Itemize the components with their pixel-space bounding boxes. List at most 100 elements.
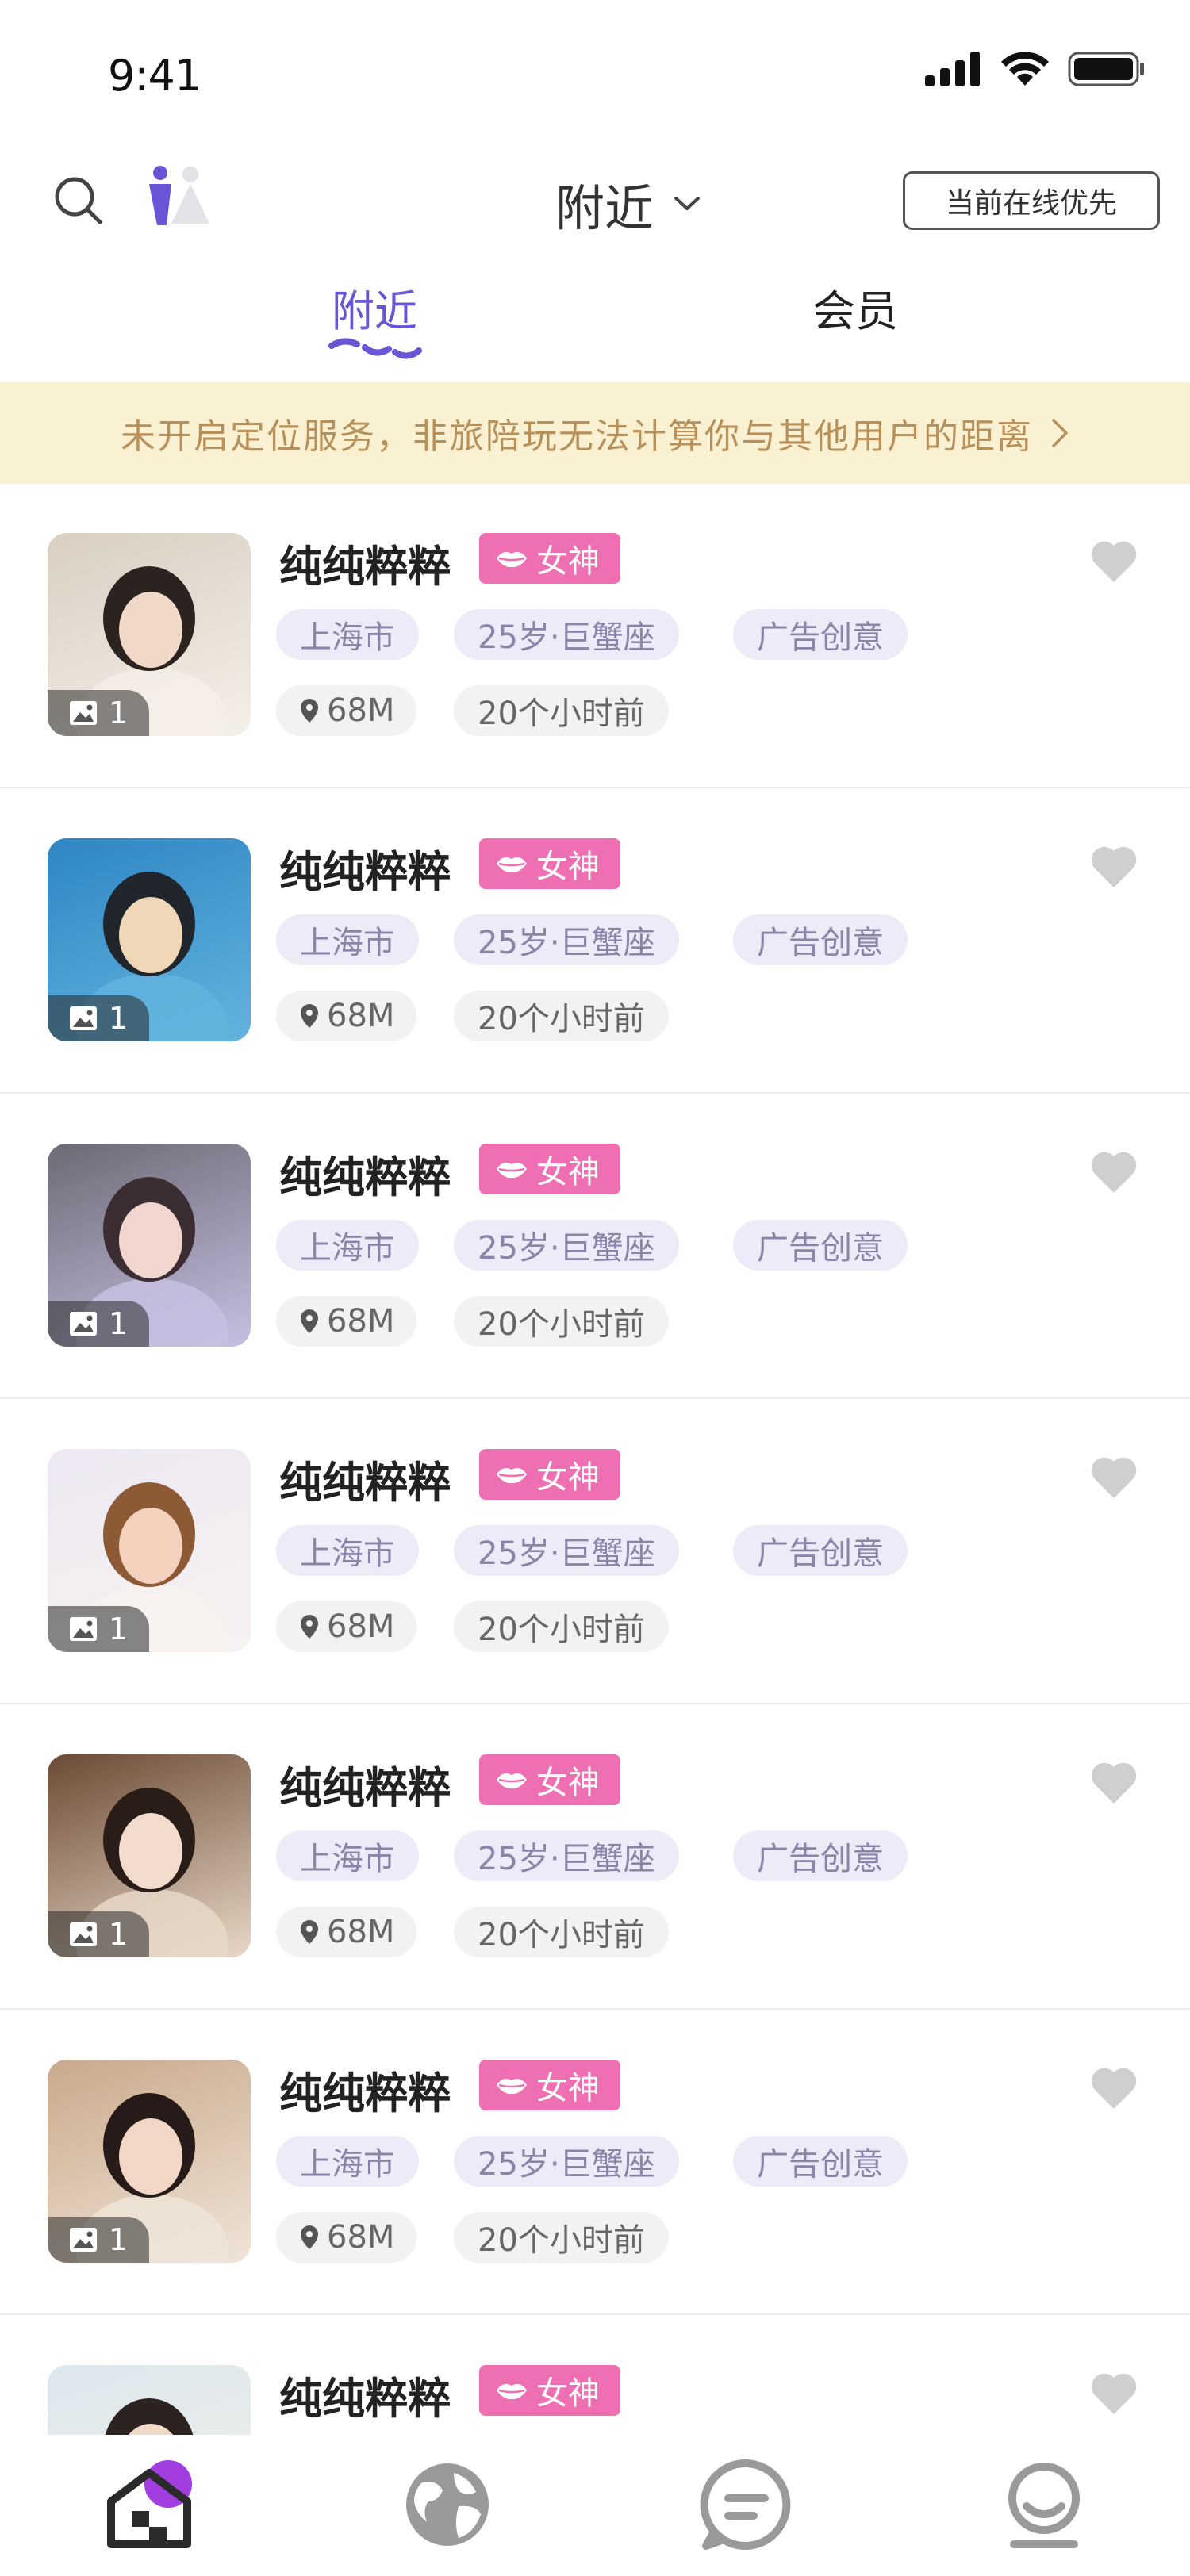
location-dropdown[interactable]: 附近 bbox=[555, 168, 701, 240]
avatar[interactable]: 1 bbox=[48, 1144, 251, 1347]
photo-count: 1 bbox=[108, 1612, 129, 1646]
globe-icon[interactable] bbox=[398, 2455, 497, 2554]
battery-icon bbox=[1068, 52, 1144, 86]
user-card[interactable]: 1纯纯粹粹女神上海市25岁·巨蟹座广告创意68M20个小时前 bbox=[0, 1400, 1190, 1704]
heart-icon[interactable] bbox=[1090, 539, 1138, 584]
badge-label: 女神 bbox=[536, 849, 600, 885]
distance-tag: 68M bbox=[276, 685, 417, 736]
goddess-badge: 女神 bbox=[479, 2365, 620, 2416]
badge-label: 女神 bbox=[536, 1459, 600, 1496]
user-name: 纯纯粹粹 bbox=[279, 2374, 451, 2424]
user-card[interactable]: 1纯纯粹粹女神上海市25岁·巨蟹座广告创意68M20个小时前 bbox=[0, 2316, 1190, 2435]
profile-icon[interactable] bbox=[995, 2455, 1093, 2554]
image-icon bbox=[69, 1006, 97, 1030]
page-title: 附近 bbox=[555, 179, 654, 237]
lips-icon bbox=[497, 2079, 527, 2095]
heart-icon[interactable] bbox=[1090, 2371, 1138, 2416]
location-service-banner[interactable]: 未开启定位服务，非旅陪玩无法计算你与其他用户的距离 bbox=[0, 382, 1190, 484]
chevron-right-icon bbox=[1052, 419, 1068, 447]
user-card[interactable]: 1纯纯粹粹女神上海市25岁·巨蟹座广告创意68M20个小时前 bbox=[0, 484, 1190, 788]
heart-icon[interactable] bbox=[1090, 845, 1138, 889]
lips-icon bbox=[497, 2384, 527, 2400]
avatar[interactable]: 1 bbox=[48, 838, 251, 1041]
signal-icon bbox=[925, 52, 980, 86]
user-name: 纯纯粹粹 bbox=[279, 847, 451, 897]
gender-filter-icon[interactable] bbox=[143, 162, 214, 233]
last-active-tag: 20个小时前 bbox=[454, 1601, 669, 1652]
location-pin-icon bbox=[301, 1309, 318, 1333]
lips-icon bbox=[497, 857, 527, 873]
location-pin-icon bbox=[301, 2225, 318, 2249]
user-name: 纯纯粹粹 bbox=[279, 1763, 451, 1813]
image-icon bbox=[69, 1617, 97, 1641]
photo-count-badge: 1 bbox=[48, 690, 149, 736]
distance-tag: 68M bbox=[276, 1907, 417, 1957]
user-card[interactable]: 1纯纯粹粹女神上海市25岁·巨蟹座广告创意68M20个小时前 bbox=[0, 1705, 1190, 2010]
heart-icon[interactable] bbox=[1090, 1455, 1138, 1500]
user-name: 纯纯粹粹 bbox=[279, 1458, 451, 1508]
goddess-badge: 女神 bbox=[479, 533, 620, 584]
status-time: 9:41 bbox=[108, 51, 202, 101]
top-navigation: 附近 当前在线优先 bbox=[0, 151, 1190, 254]
photo-count-badge: 1 bbox=[48, 2217, 149, 2263]
online-first-button[interactable]: 当前在线优先 bbox=[903, 171, 1160, 230]
last-active-tag: 20个小时前 bbox=[454, 685, 669, 736]
avatar[interactable]: 1 bbox=[48, 1754, 251, 1957]
badge-label: 女神 bbox=[536, 2070, 600, 2106]
avatar[interactable]: 1 bbox=[48, 2060, 251, 2263]
lips-icon bbox=[497, 1468, 527, 1484]
avatar[interactable]: 1 bbox=[48, 2365, 251, 2435]
last-active-tag: 20个小时前 bbox=[454, 1296, 669, 1347]
search-icon[interactable] bbox=[48, 170, 108, 230]
photo-count: 1 bbox=[108, 2222, 129, 2257]
user-card[interactable]: 1纯纯粹粹女神上海市25岁·巨蟹座广告创意68M20个小时前 bbox=[0, 2011, 1190, 2315]
distance-value: 68M bbox=[327, 1914, 395, 1950]
user-name: 纯纯粹粹 bbox=[279, 1152, 451, 1202]
user-card[interactable]: 1纯纯粹粹女神上海市25岁·巨蟹座广告创意68M20个小时前 bbox=[0, 1094, 1190, 1399]
age-sign-tag: 25岁·巨蟹座 bbox=[454, 1525, 679, 1576]
tab-bar-top: 附近 会员 bbox=[0, 262, 1190, 373]
goddess-badge: 女神 bbox=[479, 2060, 620, 2110]
image-icon bbox=[69, 701, 97, 725]
avatar-photo bbox=[105, 2398, 194, 2435]
badge-label: 女神 bbox=[536, 2375, 600, 2412]
photo-count: 1 bbox=[108, 1001, 129, 1036]
heart-icon[interactable] bbox=[1090, 1150, 1138, 1194]
user-name: 纯纯粹粹 bbox=[279, 2068, 451, 2118]
user-card[interactable]: 1纯纯粹粹女神上海市25岁·巨蟹座广告创意68M20个小时前 bbox=[0, 789, 1190, 1094]
avatar[interactable]: 1 bbox=[48, 533, 251, 736]
distance-tag: 68M bbox=[276, 991, 417, 1041]
image-icon bbox=[69, 1922, 97, 1946]
tab-member[interactable]: 会员 bbox=[812, 276, 898, 339]
user-list: 1 纯纯粹粹 女神 上海市 25岁·巨蟹座 广告创意 68M 20个小时前 1 纯纯粹粹 女神 上海市… bbox=[0, 484, 1190, 2435]
badge-label: 女神 bbox=[536, 543, 600, 580]
age-sign-tag: 25岁·巨蟹座 bbox=[454, 1830, 679, 1881]
status-bar: 9:41 bbox=[0, 0, 1190, 143]
chat-icon[interactable] bbox=[697, 2455, 795, 2554]
distance-tag: 68M bbox=[276, 1296, 417, 1347]
location-pin-icon bbox=[301, 1004, 318, 1028]
interest-tag: 广告创意 bbox=[733, 1830, 908, 1881]
city-tag: 上海市 bbox=[276, 2136, 419, 2187]
goddess-badge: 女神 bbox=[479, 1449, 620, 1500]
photo-count: 1 bbox=[108, 1917, 129, 1952]
home-icon[interactable] bbox=[100, 2455, 198, 2554]
location-pin-icon bbox=[301, 1920, 318, 1944]
distance-tag: 68M bbox=[276, 1601, 417, 1652]
image-icon bbox=[69, 1312, 97, 1336]
photo-count: 1 bbox=[108, 696, 129, 730]
photo-count-badge: 1 bbox=[48, 1911, 149, 1957]
age-sign-tag: 25岁·巨蟹座 bbox=[454, 1220, 679, 1271]
tab-nearby[interactable]: 附近 bbox=[332, 276, 417, 339]
status-icons bbox=[925, 51, 1146, 87]
badge-label: 女神 bbox=[536, 1154, 600, 1190]
badge-label: 女神 bbox=[536, 1765, 600, 1801]
last-active-tag: 20个小时前 bbox=[454, 1907, 669, 1957]
heart-icon[interactable] bbox=[1090, 2066, 1138, 2110]
avatar[interactable]: 1 bbox=[48, 1449, 251, 1652]
city-tag: 上海市 bbox=[276, 914, 419, 965]
photo-count-badge: 1 bbox=[48, 995, 149, 1041]
heart-icon[interactable] bbox=[1090, 1761, 1138, 1805]
wifi-icon bbox=[1001, 52, 1049, 86]
distance-value: 68M bbox=[327, 1303, 395, 1340]
